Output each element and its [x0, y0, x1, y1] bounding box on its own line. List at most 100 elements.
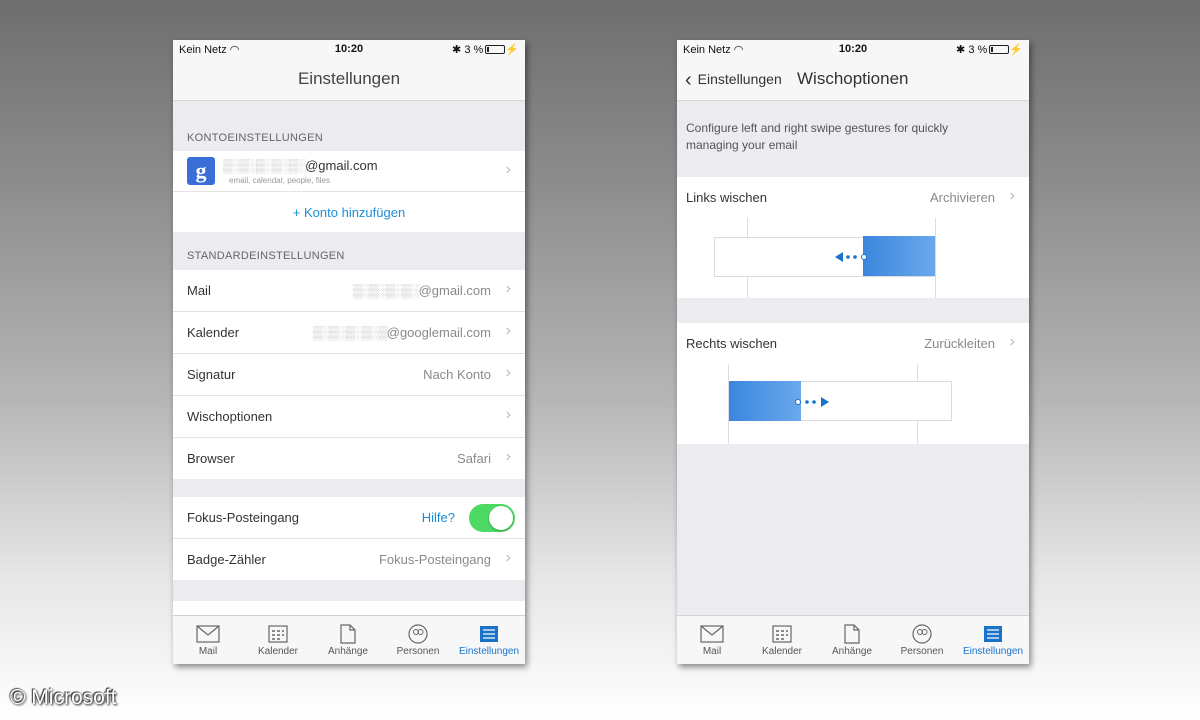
- defaults-group: Mail ▒░▒░▒░▒░@gmail.com › Kalender ▒░▒░▒…: [173, 270, 525, 479]
- page-title: Einstellungen: [297, 69, 401, 88]
- redacted-email: ▒░▒░▒░▒░▒: [312, 325, 388, 340]
- arrow-right-icon: [795, 397, 829, 407]
- chevron-right-icon: ›: [505, 448, 511, 465]
- nav-bar: ‹ Einstellungen Wischoptionen: [677, 58, 1029, 101]
- left-swipe-preview: [677, 218, 1029, 298]
- tab-label: Personen: [396, 646, 440, 657]
- people-icon: [408, 624, 428, 644]
- tab-attachments[interactable]: Anhänge: [817, 616, 887, 664]
- tab-bar: Mail Kalender Anhänge Personen Einstellu…: [677, 615, 1029, 664]
- tab-people[interactable]: Personen: [887, 616, 957, 664]
- status-bar: Kein Netz ◠ 10:20 ✱ 3 % ⚡: [173, 40, 525, 58]
- nav-bar: Einstellungen: [173, 58, 525, 101]
- settings-icon: [984, 626, 1002, 642]
- status-bar: Kein Netz ◠ 10:20 ✱ 3 % ⚡: [677, 40, 1029, 58]
- page-title: Wischoptionen: [797, 69, 909, 88]
- mail-icon: [700, 625, 724, 643]
- row-value: @gmail.com: [418, 283, 491, 298]
- calendar-icon: [268, 625, 288, 643]
- tab-mail[interactable]: Mail: [173, 616, 243, 664]
- chevron-right-icon: ›: [1009, 333, 1015, 350]
- bluetooth-icon: ✱: [956, 44, 966, 56]
- tab-label: Personen: [900, 646, 944, 657]
- focus-group: Fokus-Posteingang Hilfe? Badge-Zähler Fo…: [173, 497, 525, 580]
- file-icon: [340, 624, 356, 644]
- chevron-right-icon: ›: [505, 322, 511, 339]
- tab-label: Einstellungen: [962, 646, 1024, 657]
- charging-icon: ⚡: [1009, 44, 1023, 56]
- chevron-right-icon: ›: [1009, 187, 1015, 204]
- row-value: Zurückleiten: [924, 336, 995, 351]
- bluetooth-icon: ✱: [452, 44, 462, 56]
- row-value: @googlemail.com: [386, 325, 491, 340]
- row-label: Kalender: [187, 325, 240, 340]
- battery-icon: [989, 45, 1010, 54]
- battery-percent: 3 %: [464, 44, 484, 56]
- row-value: Nach Konto: [423, 367, 491, 382]
- tab-settings[interactable]: Einstellungen: [453, 616, 525, 664]
- row-value: Fokus-Posteingang: [378, 552, 491, 567]
- chevron-right-icon: ›: [505, 280, 511, 297]
- row-label: Fokus-Posteingang: [187, 510, 300, 525]
- tab-label: Kalender: [257, 646, 299, 657]
- calendar-row[interactable]: Kalender ▒░▒░▒░▒░▒@googlemail.com ›: [173, 312, 525, 354]
- chevron-left-icon: ‹: [685, 69, 692, 91]
- add-account-button[interactable]: + Konto hinzufügen: [173, 205, 525, 220]
- focus-inbox-row: Fokus-Posteingang Hilfe?: [173, 497, 525, 539]
- right-swipe-preview: [677, 364, 1029, 444]
- file-icon: [844, 624, 860, 644]
- charging-icon: ⚡: [505, 44, 519, 56]
- chevron-right-icon: ›: [505, 406, 511, 423]
- tab-attachments[interactable]: Anhänge: [313, 616, 383, 664]
- calendar-icon: [772, 625, 792, 643]
- row-value: Safari: [457, 451, 491, 466]
- redacted-email: ▒░▒░▒░▒░▒░: [223, 158, 306, 173]
- swipe-options-row[interactable]: Wischoptionen ›: [173, 396, 525, 438]
- swipe-options-screen: Kein Netz ◠ 10:20 ✱ 3 % ⚡ ‹ Einstellungen …: [677, 40, 1029, 664]
- badge-counter-row[interactable]: Badge-Zähler Fokus-Posteingang ›: [173, 539, 525, 580]
- tab-settings[interactable]: Einstellungen: [957, 616, 1029, 664]
- row-value: Archivieren: [929, 190, 995, 205]
- account-section-header: KONTOEINSTELLUNGEN: [187, 132, 324, 144]
- tab-label: Mail: [198, 646, 218, 657]
- row-label: Browser: [187, 451, 235, 466]
- swipe-action-fill: [729, 381, 801, 421]
- account-row[interactable]: g ▒░▒░▒░▒░▒░@gmail.com email, calendar, …: [173, 151, 525, 192]
- row-label: Mail: [187, 283, 211, 298]
- tab-label: Kalender: [761, 646, 803, 657]
- description: Configure left and right swipe gestures …: [686, 121, 949, 152]
- tab-label: Anhänge: [831, 646, 873, 657]
- help-link[interactable]: Hilfe?: [422, 510, 455, 525]
- people-icon: [912, 624, 932, 644]
- settings-icon: [480, 626, 498, 642]
- signature-row[interactable]: Signatur Nach Konto ›: [173, 354, 525, 396]
- chevron-right-icon: ›: [505, 364, 511, 381]
- defaults-section-header: STANDARDEINSTELLUNGEN: [187, 250, 345, 262]
- right-swipe-group: Rechts wischen Zurückleiten ›: [677, 323, 1029, 364]
- back-button[interactable]: ‹ Einstellungen: [685, 69, 782, 92]
- copyright-watermark: © Microsoft: [10, 686, 117, 709]
- row-label: Links wischen: [686, 190, 767, 205]
- left-swipe-row[interactable]: Links wischen Archivieren ›: [677, 177, 1029, 218]
- account-group: g ▒░▒░▒░▒░▒░@gmail.com email, calendar, …: [173, 151, 525, 232]
- tab-people[interactable]: Personen: [383, 616, 453, 664]
- account-email: @gmail.com: [305, 158, 378, 173]
- left-swipe-group: Links wischen Archivieren ›: [677, 177, 1029, 218]
- chevron-right-icon: ›: [505, 161, 511, 178]
- row-label: Badge-Zähler: [187, 552, 266, 567]
- focus-inbox-toggle[interactable]: [469, 504, 515, 532]
- battery-icon: [485, 45, 506, 54]
- account-subtitle: email, calendar, people, files: [229, 176, 330, 185]
- back-label: Einstellungen: [697, 71, 782, 87]
- redacted-email: ▒░▒░▒░▒░: [352, 283, 420, 298]
- right-swipe-row[interactable]: Rechts wischen Zurückleiten ›: [677, 323, 1029, 364]
- tab-bar: Mail Kalender Anhänge Personen Einstellu…: [173, 615, 525, 664]
- browser-row[interactable]: Browser Safari ›: [173, 438, 525, 479]
- tab-calendar[interactable]: Kalender: [747, 616, 817, 664]
- tab-label: Mail: [702, 646, 722, 657]
- add-account-row[interactable]: + Konto hinzufügen: [173, 192, 525, 232]
- tab-mail[interactable]: Mail: [677, 616, 747, 664]
- mail-row[interactable]: Mail ▒░▒░▒░▒░@gmail.com ›: [173, 270, 525, 312]
- tab-calendar[interactable]: Kalender: [243, 616, 313, 664]
- arrow-left-icon: [835, 252, 867, 262]
